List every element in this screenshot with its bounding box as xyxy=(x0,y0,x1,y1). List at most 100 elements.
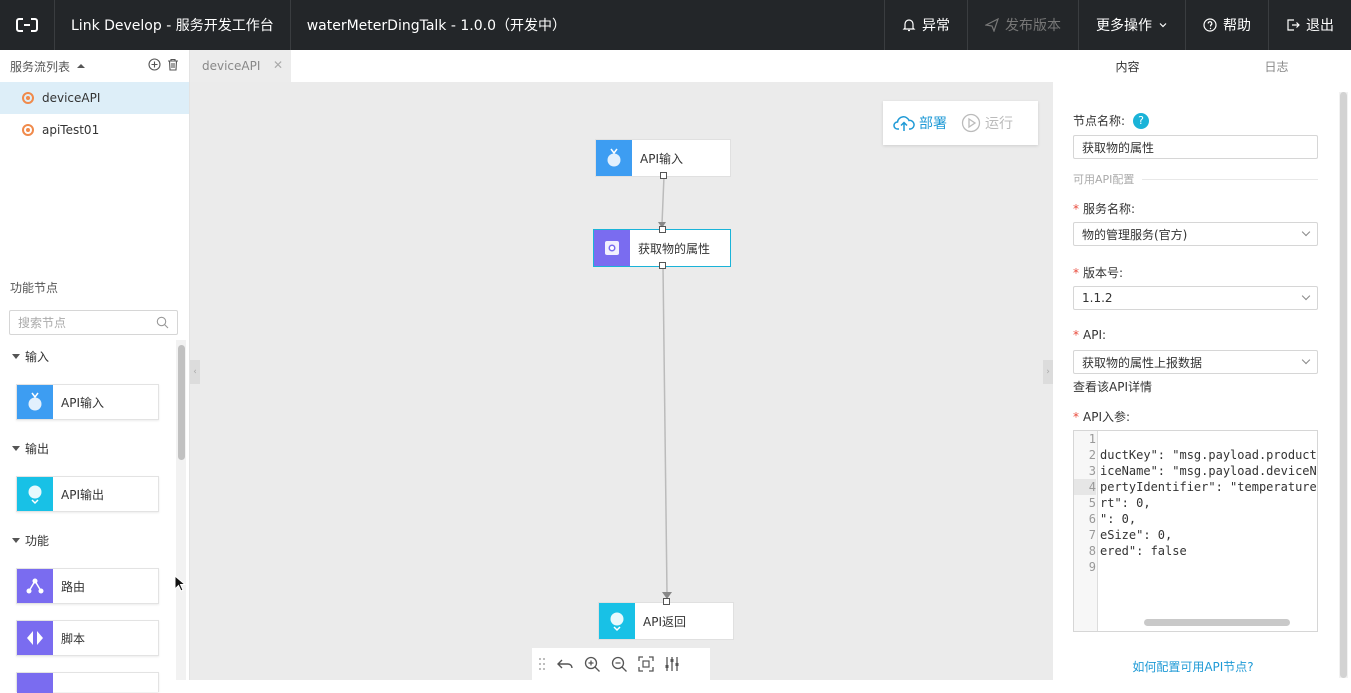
exception-button[interactable]: 异常 xyxy=(884,0,967,50)
delete-flow-icon[interactable] xyxy=(167,58,179,71)
mouse-cursor-icon xyxy=(174,575,186,592)
category-input[interactable]: 输入 xyxy=(12,348,49,365)
canvas-node-label: API输入 xyxy=(640,151,683,166)
more-actions-label: 更多操作 xyxy=(1096,18,1152,34)
canvas-node-label: API返回 xyxy=(643,614,686,629)
flow-list-header[interactable]: 服务流列表 xyxy=(0,50,189,82)
params-label-row: * API入参: xyxy=(1073,408,1130,425)
function-nodes-title: 功能节点 xyxy=(10,281,59,295)
undo-icon[interactable] xyxy=(556,656,574,672)
required-mark: * xyxy=(1073,201,1079,216)
flow-item-label: deviceAPI xyxy=(42,91,101,105)
palette-node-api-output[interactable]: API输出 xyxy=(16,476,159,512)
palette-node-label: 脚本 xyxy=(61,631,86,646)
help-icon xyxy=(1203,18,1217,32)
chevron-down-icon xyxy=(1301,227,1311,237)
tab-deviceapi[interactable]: deviceAPI ✕ xyxy=(190,50,291,82)
zoom-out-icon[interactable] xyxy=(611,656,628,673)
flow-item-apitest01[interactable]: apiTest01 xyxy=(0,114,189,146)
category-label: 输出 xyxy=(25,442,50,456)
line-number: 9 xyxy=(1088,560,1096,574)
palette-scrollbar-thumb[interactable] xyxy=(178,345,185,460)
flow-item-deviceapi[interactable]: deviceAPI xyxy=(0,82,189,114)
code-line: ered": false xyxy=(1100,544,1187,558)
input-port[interactable] xyxy=(659,226,666,233)
search-placeholder: 搜索节点 xyxy=(18,316,67,330)
fit-view-icon[interactable] xyxy=(638,656,654,672)
output-port[interactable] xyxy=(660,172,667,179)
palette-node-partial[interactable] xyxy=(16,672,159,693)
code-line: rt": 0, xyxy=(1100,496,1151,510)
zoom-in-icon[interactable] xyxy=(584,656,601,673)
input-port[interactable] xyxy=(663,598,670,605)
help-button[interactable]: 帮助 xyxy=(1185,0,1268,50)
category-function[interactable]: 功能 xyxy=(12,532,49,549)
flow-list-title: 服务流列表 xyxy=(10,59,71,74)
tab-log[interactable]: 日志 xyxy=(1202,50,1351,82)
node-name-input[interactable]: 获取物的属性 xyxy=(1073,135,1318,159)
api-select[interactable]: 获取物的属性上报数据 xyxy=(1073,350,1318,374)
help-icon[interactable]: ? xyxy=(1133,112,1150,129)
palette-node-label: 路由 xyxy=(61,579,86,594)
version-select[interactable]: 1.1.2 xyxy=(1073,286,1318,310)
node-config-form: 节点名称: ? 获取物的属性 可用API配置 * 服务名称: 物的管理服务(官方… xyxy=(1053,92,1351,680)
tab-content[interactable]: 内容 xyxy=(1053,50,1202,82)
api-config-section: 可用API配置 xyxy=(1073,171,1318,187)
palette-node-api-input[interactable]: API输入 xyxy=(16,384,159,420)
api-params-editor[interactable]: 1 2 3 4 5 6 7 8 9 ductKey": "msg.payload… xyxy=(1073,430,1318,632)
output-port[interactable] xyxy=(659,262,666,269)
tab-bar: deviceAPI ✕ xyxy=(190,50,1053,82)
service-label: 服务名称: xyxy=(1083,202,1136,216)
api-detail-link[interactable]: 查看该API详情 xyxy=(1073,378,1152,395)
caret-down-icon xyxy=(12,446,20,451)
publish-version-button[interactable]: 发布版本 xyxy=(967,0,1078,50)
close-icon[interactable]: ✕ xyxy=(273,58,283,72)
code-line: ": 0, xyxy=(1100,512,1137,526)
logout-button[interactable]: 退出 xyxy=(1268,0,1351,50)
params-label: API入参: xyxy=(1083,410,1131,424)
palette-node-router[interactable]: 路由 xyxy=(16,568,159,604)
line-number: 3 xyxy=(1088,464,1096,478)
chevron-down-icon xyxy=(1301,355,1311,365)
flow-item-label: apiTest01 xyxy=(42,123,100,137)
category-output[interactable]: 输出 xyxy=(12,440,49,457)
palette-node-script[interactable]: 脚本 xyxy=(16,620,159,656)
node-search-input[interactable]: 搜索节点 xyxy=(9,310,178,335)
service-select[interactable]: 物的管理服务(官方) xyxy=(1073,222,1318,246)
canvas-node-label: 获取物的属性 xyxy=(638,241,711,256)
api-input-icon xyxy=(596,140,632,176)
chevron-down-icon xyxy=(1301,291,1311,301)
right-scrollbar-thumb[interactable] xyxy=(1340,92,1347,678)
canvas-node-api-return[interactable]: API返回 xyxy=(598,602,734,640)
line-number-current: 4 xyxy=(1074,479,1096,495)
category-label: 输入 xyxy=(25,350,50,364)
logo-icon[interactable] xyxy=(0,0,55,50)
code-line: ductKey": "msg.payload.productK xyxy=(1100,448,1318,462)
editor-hscrollbar[interactable] xyxy=(1144,619,1290,626)
service-label-row: * 服务名称: xyxy=(1073,200,1135,217)
code-line: pertyIdentifier": "temperature" xyxy=(1100,480,1318,494)
right-scrollbar-track[interactable] xyxy=(1339,92,1348,678)
drag-handle-icon[interactable] xyxy=(538,657,546,671)
section-title: 可用API配置 xyxy=(1073,173,1135,186)
top-bar: Link Develop - 服务开发工作台 waterMeterDingTal… xyxy=(0,0,1351,50)
send-icon xyxy=(985,18,999,32)
exception-label: 异常 xyxy=(922,18,950,34)
add-flow-icon[interactable] xyxy=(148,58,161,71)
line-number: 8 xyxy=(1088,544,1096,558)
required-mark: * xyxy=(1073,409,1079,424)
flow-canvas[interactable]: ‹ › 部署 运行 API输入 获取物的属性 API返回 xyxy=(190,82,1053,680)
line-number: 1 xyxy=(1088,432,1096,446)
more-actions-button[interactable]: 更多操作 xyxy=(1078,0,1185,50)
version-label-row: * 版本号: xyxy=(1073,264,1123,281)
required-mark: * xyxy=(1073,328,1079,342)
version-value: 1.1.2 xyxy=(1082,291,1113,305)
flow-icon xyxy=(22,92,34,104)
config-help-link[interactable]: 如何配置可用API节点? xyxy=(1053,658,1333,675)
api-output-icon xyxy=(17,477,53,511)
divider xyxy=(1142,178,1318,180)
caret-down-icon xyxy=(12,538,20,543)
node-name-label-row: 节点名称: ? xyxy=(1073,112,1150,129)
line-number: 6 xyxy=(1088,512,1096,526)
settings-sliders-icon[interactable] xyxy=(664,656,680,672)
